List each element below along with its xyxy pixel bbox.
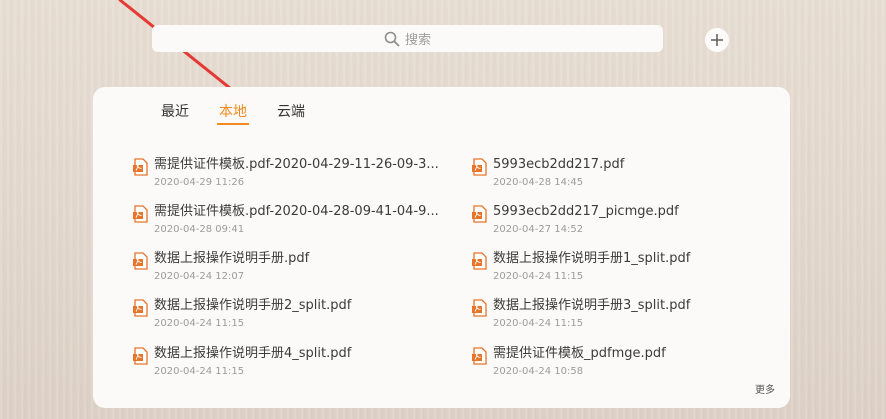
tab-cloud[interactable]: 云端 xyxy=(277,101,305,123)
file-name: 数据上报操作说明手册1_split.pdf xyxy=(493,251,691,266)
file-name: 数据上报操作说明手册2_split.pdf xyxy=(154,298,352,313)
file-name: 5993ecb2dd217.pdf xyxy=(493,157,625,172)
file-item[interactable]: 5993ecb2dd217_picmge.pdf 2020-04-27 14:5… xyxy=(472,203,679,237)
add-button[interactable] xyxy=(705,28,729,52)
file-date: 2020-04-24 11:15 xyxy=(154,318,245,329)
plus-icon xyxy=(711,34,723,46)
pdf-file-icon xyxy=(133,299,148,317)
pdf-file-icon xyxy=(133,347,148,365)
pdf-file-icon xyxy=(133,252,148,270)
file-item[interactable]: 需提供证件模板.pdf-2020-04-29-11-26-09-3... 202… xyxy=(133,156,439,190)
file-date: 2020-04-24 10:58 xyxy=(493,366,584,377)
file-name: 需提供证件模板_pdfmge.pdf xyxy=(493,346,666,361)
file-item[interactable]: 数据上报操作说明手册.pdf 2020-04-24 12:07 xyxy=(133,250,309,284)
pdf-file-icon xyxy=(472,347,487,365)
pdf-file-icon xyxy=(472,205,487,223)
search-icon xyxy=(384,31,400,46)
file-date: 2020-04-29 11:26 xyxy=(154,177,245,188)
more-link[interactable]: 更多 xyxy=(755,381,775,396)
file-date: 2020-04-24 11:15 xyxy=(493,318,584,329)
file-name: 5993ecb2dd217_picmge.pdf xyxy=(493,204,679,219)
pdf-file-icon xyxy=(472,252,487,270)
file-name: 数据上报操作说明手册.pdf xyxy=(154,251,310,266)
file-date: 2020-04-27 14:52 xyxy=(493,224,584,235)
file-date: 2020-04-24 11:15 xyxy=(154,366,245,377)
file-item[interactable]: 数据上报操作说明手册4_split.pdf 2020-04-24 11:15 xyxy=(133,345,351,379)
file-item[interactable]: 需提供证件模板.pdf-2020-04-28-09-41-04-9... 202… xyxy=(133,203,439,237)
file-name: 需提供证件模板.pdf-2020-04-28-09-41-04-9... xyxy=(154,204,439,219)
file-name: 数据上报操作说明手册4_split.pdf xyxy=(154,346,352,361)
pdf-file-icon xyxy=(472,158,487,176)
file-date: 2020-04-28 09:41 xyxy=(154,224,245,235)
file-item[interactable]: 需提供证件模板_pdfmge.pdf 2020-04-24 10:58 xyxy=(472,345,666,379)
file-date: 2020-04-24 12:07 xyxy=(154,271,245,282)
file-date: 2020-04-24 11:15 xyxy=(493,271,584,282)
file-name: 需提供证件模板.pdf-2020-04-29-11-26-09-3... xyxy=(154,157,439,172)
file-date: 2020-04-28 14:45 xyxy=(493,177,584,188)
search-input[interactable]: 搜索 xyxy=(152,25,663,52)
search-placeholder: 搜索 xyxy=(404,33,431,48)
file-panel: 最近 本地 云端 需提供证件模板.pdf-2020-04-29-11-26-09… xyxy=(93,87,790,408)
tab-recent[interactable]: 最近 xyxy=(161,101,189,123)
file-item[interactable]: 数据上报操作说明手册1_split.pdf 2020-04-24 11:15 xyxy=(472,250,690,284)
pdf-file-icon xyxy=(133,158,148,176)
tab-bar: 最近 本地 云端 xyxy=(161,101,335,125)
file-item[interactable]: 数据上报操作说明手册2_split.pdf 2020-04-24 11:15 xyxy=(133,297,351,331)
file-item[interactable]: 数据上报操作说明手册3_split.pdf 2020-04-24 11:15 xyxy=(472,297,690,331)
file-item[interactable]: 5993ecb2dd217.pdf 2020-04-28 14:45 xyxy=(472,156,624,190)
file-name: 数据上报操作说明手册3_split.pdf xyxy=(493,298,691,313)
pdf-file-icon xyxy=(133,205,148,223)
tab-local[interactable]: 本地 xyxy=(217,101,249,125)
pdf-file-icon xyxy=(472,299,487,317)
